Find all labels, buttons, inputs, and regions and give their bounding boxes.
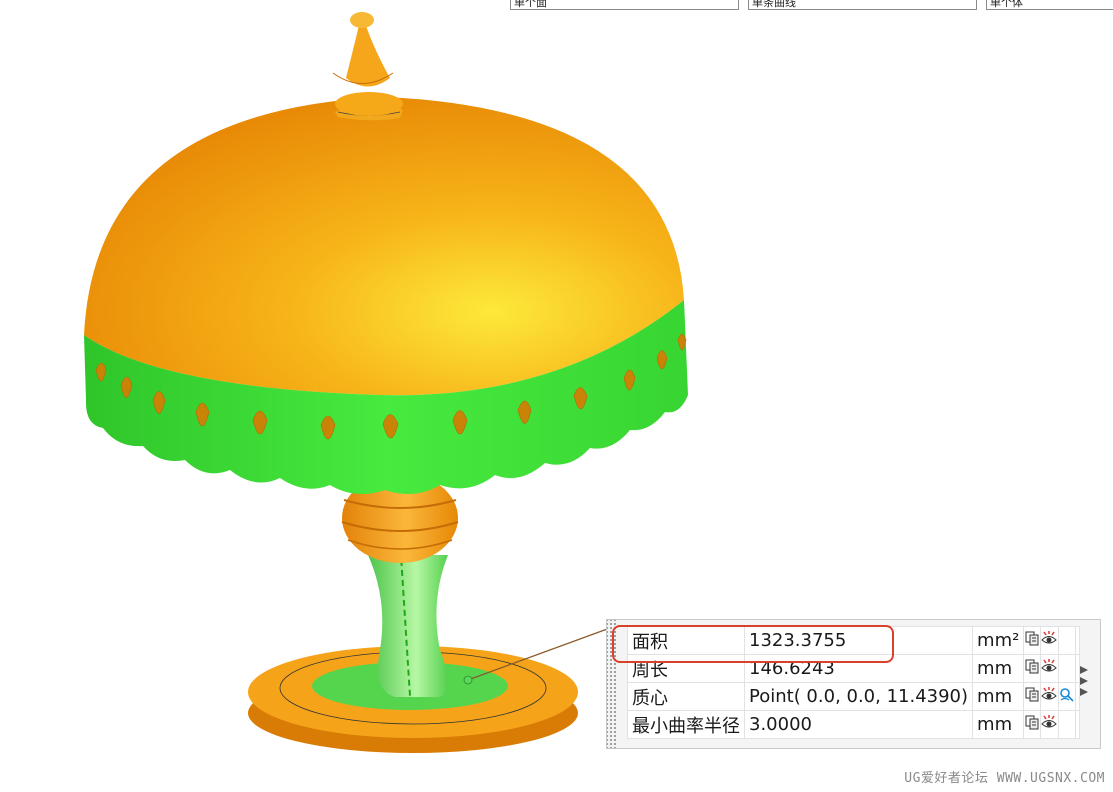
copy-icon[interactable]	[1025, 686, 1040, 707]
property-label: 周长	[627, 654, 745, 683]
copy-icon[interactable]	[1025, 658, 1040, 679]
property-label: 质心	[627, 682, 745, 711]
show-icon[interactable]	[1041, 630, 1058, 651]
property-unit[interactable]: mm	[972, 710, 1025, 739]
result-row[interactable]: 质心 Point( 0.0, 0.0, 11.4390) mm	[627, 682, 1080, 711]
show-icon[interactable]	[1041, 686, 1058, 707]
show-icon[interactable]	[1041, 714, 1058, 735]
more-arrow-icon[interactable]	[1080, 688, 1088, 696]
measure-point	[463, 675, 473, 685]
property-value[interactable]: 1323.3755	[743, 626, 974, 655]
property-unit[interactable]: mm	[972, 654, 1025, 683]
result-row[interactable]: 周长 146.6243 mm	[627, 654, 1080, 683]
more-arrow-icon[interactable]	[1080, 666, 1088, 674]
property-unit[interactable]: mm²	[972, 626, 1025, 655]
lamp-dome	[84, 12, 684, 396]
panel-drag-handle[interactable]	[607, 620, 617, 748]
watermark: UG爱好者论坛 WWW.UGSNX.COM	[904, 771, 1105, 786]
property-label: 最小曲率半径	[627, 710, 745, 739]
copy-icon[interactable]	[1025, 714, 1040, 735]
show-icon[interactable]	[1041, 658, 1058, 679]
result-row[interactable]: 面积 1323.3755 mm²	[627, 626, 1080, 655]
result-row[interactable]: 最小曲率半径 3.0000 mm	[627, 710, 1080, 739]
more-arrow-icon[interactable]	[1080, 677, 1088, 685]
property-value[interactable]: 146.6243	[743, 654, 974, 683]
results-table: 面积 1323.3755 mm² 周长 146.6243 mm 质心 Point( 0.0, …	[627, 626, 1080, 739]
property-label: 面积	[627, 626, 745, 655]
measure-icon[interactable]	[1059, 686, 1075, 707]
property-unit[interactable]: mm	[972, 682, 1025, 711]
measure-results-panel: 面积 1323.3755 mm² 周长 146.6243 mm 质心 Point( 0.0, …	[606, 619, 1101, 749]
more-options[interactable]	[1080, 666, 1094, 699]
copy-icon[interactable]	[1025, 630, 1040, 651]
property-value[interactable]: Point( 0.0, 0.0, 11.4390)	[743, 682, 974, 711]
property-value[interactable]: 3.0000	[743, 710, 974, 739]
